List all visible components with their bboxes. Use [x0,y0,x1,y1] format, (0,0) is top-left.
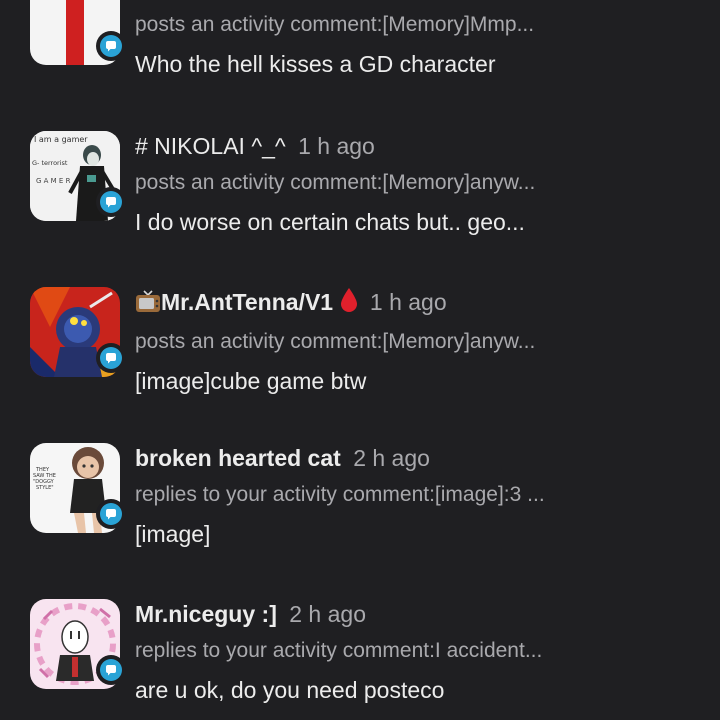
item-header: # NIKOLAI ^_^ 1 h ago [135,131,710,161]
avatar[interactable] [30,599,126,689]
message-preview[interactable]: I do worse on certain chats but.. geo... [135,207,710,237]
avatar[interactable]: I am a gamer G- terrorist G A M E R [30,131,126,221]
activity-item[interactable]: I am a gamer G- terrorist G A M E R # NI… [0,111,720,267]
svg-text:G- terrorist: G- terrorist [32,159,68,167]
chat-badge [96,187,126,217]
item-header: Mr.niceguy :] 2 h ago [135,599,710,629]
item-header: Mr.AntTenna/V1 1 h ago [135,287,710,320]
message-preview[interactable]: [image] [135,519,710,549]
chat-bubble-icon [106,197,116,208]
timestamp: 1 h ago [369,289,447,315]
blood-drop-icon [340,287,358,320]
item-header [135,0,710,3]
activity-item[interactable]: Mr.niceguy :] 2 h ago replies to your ac… [0,579,720,720]
username-link[interactable]: Mr.AntTenna/V1 [161,289,333,315]
svg-text:I am a gamer: I am a gamer [34,135,88,144]
avatar[interactable] [30,0,126,65]
chat-bubble-icon [106,509,116,520]
item-header: broken hearted cat 2 h ago [135,443,710,473]
message-preview[interactable]: are u ok, do you need posteco [135,675,710,705]
activity-description[interactable]: replies to your activity comment:I accid… [135,637,710,665]
tv-icon [135,289,161,320]
username-link[interactable]: # NIKOLAI ^_^ [135,133,286,159]
timestamp: 2 h ago [289,601,366,627]
activity-item[interactable]: Mr.AntTenna/V1 1 h ago posts an activity… [0,267,720,423]
chat-badge [96,31,126,61]
activity-description[interactable]: replies to your activity comment:[image]… [135,481,710,509]
svg-text:STYLE": STYLE" [36,485,54,491]
chat-bubble-icon [106,353,116,364]
timestamp: 2 h ago [353,445,430,471]
chat-bubble-icon [106,665,116,676]
activity-item[interactable]: THEY SAW THE "DOGGY STYLE" broken hearte… [0,423,720,579]
message-preview[interactable]: [image]cube game btw [135,366,710,396]
username-link[interactable]: Mr.niceguy :] [135,601,277,627]
username-link[interactable]: broken hearted cat [135,445,341,471]
activity-description[interactable]: posts an activity comment:[Memory]anyw..… [135,169,710,197]
activity-description[interactable]: posts an activity comment:[Memory]Mmp... [135,11,710,39]
chat-badge [96,499,126,529]
activity-item[interactable]: posts an activity comment:[Memory]Mmp...… [0,0,720,111]
avatar[interactable] [30,287,126,377]
avatar[interactable]: THEY SAW THE "DOGGY STYLE" [30,443,126,533]
chat-badge [96,343,126,373]
message-preview[interactable]: Who the hell kisses a GD character [135,49,710,79]
chat-badge [96,655,126,685]
svg-text:G A M E R: G A M E R [36,177,71,185]
chat-bubble-icon [106,41,116,52]
activity-description[interactable]: posts an activity comment:[Memory]anyw..… [135,328,710,356]
timestamp: 1 h ago [298,133,375,159]
activity-feed: posts an activity comment:[Memory]Mmp...… [0,0,720,720]
